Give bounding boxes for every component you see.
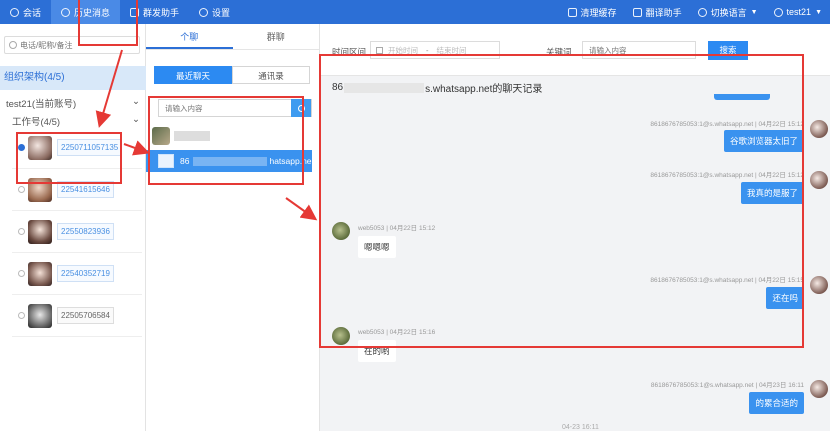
chevron-down-icon: ⌄ [132,96,140,107]
cache-icon [567,7,577,17]
org-title[interactable]: 组织架构(4/5) [0,66,146,90]
translate-label: 翻译助手 [645,7,682,18]
agent-number: 22505706584 [57,307,114,324]
clear-cache-label: 清理缓存 [580,7,617,18]
gear-icon [199,7,209,17]
tab-contacts[interactable]: 通讯录 [232,66,310,84]
list-item[interactable]: 22540352719 [12,253,142,295]
avatar [28,303,52,328]
user-name: test21 [786,7,812,17]
nav-settings[interactable]: 设置 [189,0,240,24]
translate-icon [632,7,642,17]
agent-number: 22540352719 [57,265,114,282]
translate-button[interactable]: 翻译助手 [625,0,690,24]
annotation-box [16,132,122,184]
radio[interactable] [18,186,25,193]
conversation-panel: 个聊 群聊 最近聊天 通讯录 86 hatsapp.ne [146,24,320,431]
list-item[interactable]: 22505706584 [12,295,142,337]
search-icon [9,41,17,49]
annotation-box [78,0,138,46]
chat-type-tabs: 个聊 群聊 [146,24,319,50]
list-item[interactable]: 22550823936 [12,211,142,253]
language-label: 切换语言 [710,7,747,18]
user-menu[interactable]: test21 ▼ [766,0,830,24]
radio[interactable] [18,270,25,277]
annotation-box [148,96,304,185]
radio[interactable] [18,228,25,235]
work-group-row[interactable]: 工作号(4/5) ⌄ [12,114,140,128]
globe-icon [697,7,707,17]
clear-cache-button[interactable]: 清理缓存 [560,0,625,24]
avatar [810,380,828,398]
account-label: test21(当前账号) [6,99,77,110]
chevron-down-icon: ⌄ [132,114,140,125]
left-panel: 组织架构(4/5) test21(当前账号) ⌄ 工作号(4/5) ⌄ 2250… [0,24,146,431]
annotation-box [319,54,804,348]
account-row[interactable]: test21(当前账号) ⌄ [6,96,140,110]
avatar [810,276,828,294]
chevron-down-icon: ▼ [815,8,822,16]
clock-icon [61,7,71,17]
chat-icon [10,7,19,17]
agent-number: 22550823936 [57,223,114,240]
user-icon [773,7,783,17]
nav-broadcast-label: 群发助手 [143,7,180,18]
tab-group[interactable]: 群聊 [233,24,320,49]
avatar [810,120,828,138]
time-divider: 04-23 16:11 [562,424,599,431]
avatar [28,219,52,244]
subtabs: 最近聊天 通讯录 [154,66,310,84]
message-meta: 8618676785053:1@s.whatsapp.net | 04月23日 … [650,382,804,389]
tab-private[interactable]: 个聊 [146,24,233,49]
nav-chat[interactable]: 会话 [0,0,51,24]
nav-chat-label: 会话 [23,7,42,18]
message-bubble: 的累合适的 [749,392,804,414]
language-switch[interactable]: 切换语言 ▼ [690,0,766,24]
chevron-down-icon: ▼ [750,8,758,16]
work-group-label: 工作号(4/5) [12,117,61,128]
radio[interactable] [18,312,25,319]
avatar [810,171,828,189]
calendar-icon [376,46,383,54]
avatar [28,261,52,286]
nav-settings-label: 设置 [212,7,231,18]
tab-recent[interactable]: 最近聊天 [154,66,232,84]
